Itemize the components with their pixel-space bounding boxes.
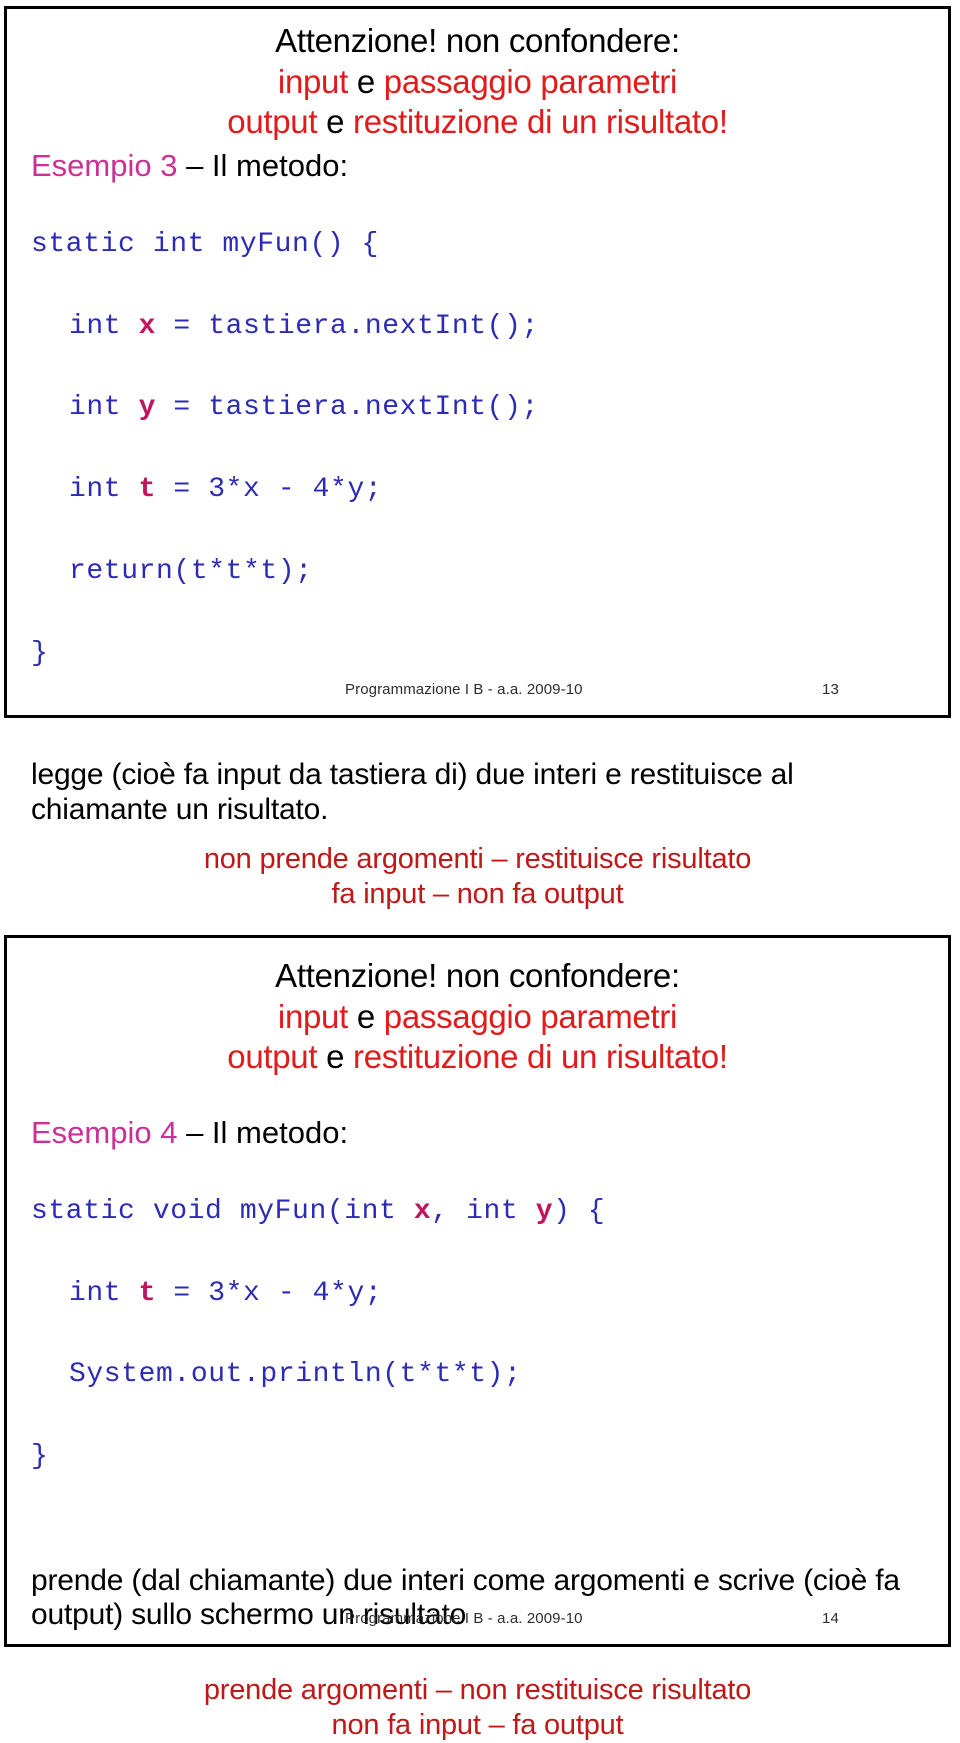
description-paragraph: legge (cioè fa input da tastiera di) due… <box>31 758 794 826</box>
code-variable-x: x <box>138 310 157 342</box>
code-text: return(t*t*t); <box>69 555 313 587</box>
title-line-3: output e restituzione di un risultato! <box>7 1037 948 1078</box>
slide-page-14: Attenzione! non confondere: input e pass… <box>4 935 951 1741</box>
title-exclamation: ! <box>718 1038 728 1076</box>
code-param-x: x <box>413 1195 432 1227</box>
code-text: int <box>69 1277 139 1309</box>
esempio-rest: – Il metodo: <box>177 1114 349 1150</box>
code-line-4: } <box>31 1437 948 1478</box>
title-conjunction: e <box>347 62 384 100</box>
summary-line-2: fa input – non fa output <box>331 877 624 910</box>
slide-page-13: Attenzione! non confondere: input e pass… <box>4 6 951 910</box>
title-keyword-restituzione: restituzione di un risultato <box>353 103 719 141</box>
esempio-rest: – Il metodo: <box>177 147 349 183</box>
code-line-2: int x = tastiera.nextInt(); <box>31 307 948 348</box>
summary-block: non prende argomenti – restituisce risul… <box>7 842 948 912</box>
code-text: static int myFun() { <box>31 228 380 260</box>
footer-page-number: 13 <box>822 681 839 698</box>
title-line-2: input e passaggio parametri <box>7 997 948 1038</box>
title-keyword-passaggio: passaggio parametri <box>383 997 678 1035</box>
summary-line-1: non prende argomenti – restituisce risul… <box>203 842 752 875</box>
slide-content: Attenzione! non confondere: input e pass… <box>7 9 948 910</box>
footer-page-number: 14 <box>822 1610 839 1627</box>
code-text: = tastiera.nextInt(); <box>156 392 539 424</box>
title-line-1: Attenzione! non confondere: <box>7 956 948 997</box>
title-keyword-restituzione: restituzione di un risultato <box>353 1038 719 1076</box>
title-conjunction: e <box>347 997 384 1035</box>
code-text: } <box>31 1441 49 1473</box>
code-text: = tastiera.nextInt(); <box>156 310 539 342</box>
title-exclamation: ! <box>718 103 728 141</box>
code-line-6: } <box>31 634 948 675</box>
title-conjunction-2: e <box>317 103 354 141</box>
title-text: Attenzione! non confondere: <box>275 22 680 59</box>
esempio-heading: Esempio 3 – Il metodo: <box>7 147 948 184</box>
slide-content: Attenzione! non confondere: input e pass… <box>7 938 948 1741</box>
title-conjunction-2: e <box>317 1038 354 1076</box>
code-text: int <box>69 392 139 424</box>
summary-line-2: non fa input – fa output <box>331 1709 624 1742</box>
code-block: static void myFun(int x, int y) { int t … <box>7 1151 948 1560</box>
code-line-2: int t = 3*x - 4*y; <box>31 1274 948 1315</box>
code-text: ) { <box>553 1195 606 1227</box>
warning-title: Attenzione! non confondere: input e pass… <box>7 938 948 1078</box>
title-line-1: Attenzione! non confondere: <box>7 21 948 62</box>
code-text: System.out.println(t*t*t); <box>69 1359 522 1391</box>
title-keyword-passaggio: passaggio parametri <box>383 62 678 100</box>
code-variable-t: t <box>138 1277 157 1309</box>
summary-line-1: prende argomenti – non restituisce risul… <box>203 1674 752 1707</box>
title-text: Attenzione! non confondere: <box>275 957 680 994</box>
code-line-1: static int myFun() { <box>31 225 948 266</box>
code-text: } <box>31 637 49 669</box>
title-keyword-input: input <box>277 997 348 1035</box>
code-text: int <box>69 474 139 506</box>
footer-course-text: Programmazione I B - a.a. 2009-10 <box>345 1610 583 1627</box>
esempio-heading: Esempio 4 – Il metodo: <box>7 1114 948 1151</box>
title-keyword-output: output <box>227 1038 318 1076</box>
esempio-label: Esempio 4 <box>31 1114 178 1150</box>
footer-course-text: Programmazione I B - a.a. 2009-10 <box>345 681 583 698</box>
code-text: , int <box>431 1195 536 1227</box>
code-line-3: System.out.println(t*t*t); <box>31 1355 948 1396</box>
code-line-4: int t = 3*x - 4*y; <box>31 470 948 511</box>
code-line-5: return(t*t*t); <box>31 552 948 593</box>
title-keyword-input: input <box>277 62 348 100</box>
code-text: = 3*x - 4*y; <box>156 1277 383 1309</box>
summary-block: prende argomenti – non restituisce risul… <box>7 1673 948 1743</box>
code-text: int <box>69 310 139 342</box>
code-line-3: int y = tastiera.nextInt(); <box>31 388 948 429</box>
code-text: = 3*x - 4*y; <box>156 474 383 506</box>
esempio-label: Esempio 3 <box>31 147 178 183</box>
title-keyword-output: output <box>227 103 318 141</box>
code-block: static int myFun() { int x = tastiera.ne… <box>7 184 948 756</box>
code-line-1: static void myFun(int x, int y) { <box>31 1192 948 1233</box>
code-variable-y: y <box>138 392 157 424</box>
code-text: static void myFun(int <box>31 1195 414 1227</box>
title-line-2: input e passaggio parametri <box>7 62 948 103</box>
code-param-y: y <box>535 1195 554 1227</box>
code-variable-t: t <box>138 474 157 506</box>
title-line-3: output e restituzione di un risultato! <box>7 102 948 143</box>
warning-title: Attenzione! non confondere: input e pass… <box>7 9 948 143</box>
